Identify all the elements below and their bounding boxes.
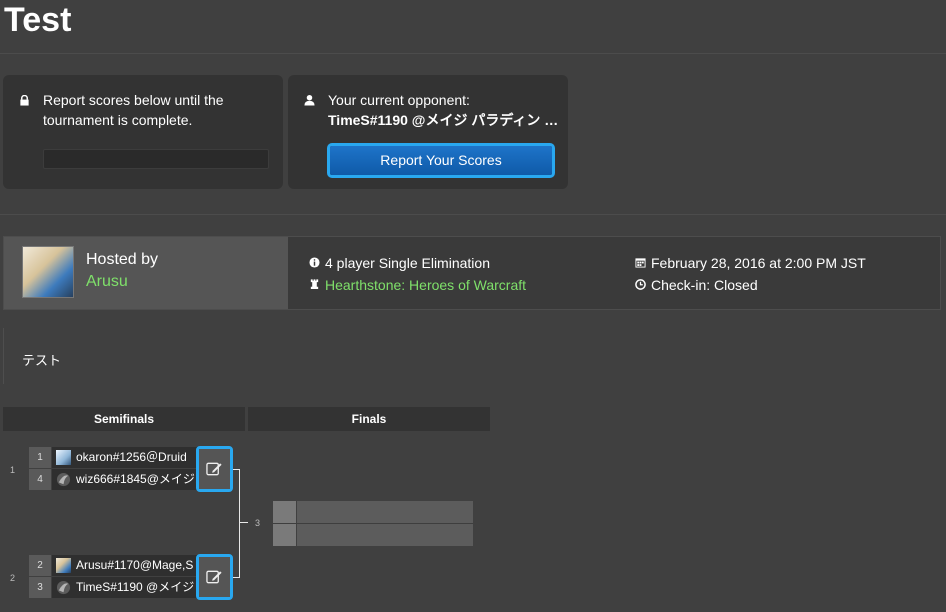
avatar-icon <box>56 450 71 465</box>
report-scores-button[interactable]: Report Your Scores <box>330 146 552 175</box>
tournament-description: テスト <box>22 353 62 368</box>
player-seed: 1 <box>29 447 51 468</box>
page-title: Test <box>4 1 72 39</box>
checkin-status: Check-in: Closed <box>651 277 758 293</box>
lock-icon <box>20 95 29 106</box>
opponent-name: TimeS#1190 @メイジ パラディン … <box>328 112 559 128</box>
info-icon <box>309 257 320 268</box>
bracket-player[interactable]: TimeS#1190 @メイジ <box>52 577 197 598</box>
bracket-player[interactable]: wiz666#1845@メイジ, <box>52 469 197 490</box>
match-2[interactable]: 2 Arusu#1170@Mage,S 3 TimeS#1190 @メイジ <box>29 554 197 599</box>
tournament-date: February 28, 2016 at 2:00 PM JST <box>651 255 866 271</box>
bracket-connector <box>239 522 248 523</box>
game-link[interactable]: Hearthstone: Heroes of Warcraft <box>325 277 526 293</box>
opponent-card: Your current opponent: TimeS#1190 @メイジ パ… <box>288 75 568 189</box>
tournament-format: 4 player Single Elimination <box>325 255 490 271</box>
edit-match-button[interactable] <box>199 557 230 597</box>
edit-match-button-outline <box>196 554 233 600</box>
tournament-info-bar: Hosted by Arusu 4 player Single Eliminat… <box>3 236 941 310</box>
player-seed: 4 <box>29 469 51 490</box>
match-number: 3 <box>255 518 261 528</box>
bracket-player[interactable] <box>297 501 473 523</box>
logo-icon <box>56 472 71 487</box>
calendar-icon <box>635 258 646 268</box>
player-seed <box>273 501 296 523</box>
match-3[interactable] <box>273 501 473 546</box>
player-name: okaron#1256＠Druid <box>76 450 187 464</box>
player-name: TimeS#1190 @メイジ <box>76 580 195 594</box>
report-scores-card: Report scores below until the tournament… <box>3 75 283 189</box>
rook-icon <box>310 279 319 290</box>
round-header-semifinals: Semifinals <box>3 407 245 431</box>
opponent-label: Your current opponent: <box>328 92 470 108</box>
user-icon <box>304 94 315 106</box>
edit-match-button-outline <box>196 446 233 492</box>
report-scores-button-outline: Report Your Scores <box>327 143 555 178</box>
round-header-finals: Finals <box>248 407 490 431</box>
edit-icon <box>206 462 222 476</box>
host-avatar[interactable] <box>22 246 74 298</box>
hosted-by-label: Hosted by <box>86 251 159 268</box>
bracket-player[interactable]: Arusu#1170@Mage,S <box>52 555 197 576</box>
bracket-player[interactable] <box>297 524 473 546</box>
player-name: wiz666#1845@メイジ, <box>76 472 197 486</box>
title-divider <box>0 53 946 54</box>
player-seed <box>273 524 296 546</box>
bracket-connector <box>239 469 240 578</box>
host-panel: Hosted by Arusu <box>4 237 288 309</box>
section-divider <box>0 214 946 215</box>
match-number: 1 <box>10 465 16 475</box>
logo-icon <box>56 580 71 595</box>
edit-match-button[interactable] <box>199 449 230 489</box>
player-name: Arusu#1170@Mage,S <box>76 558 194 572</box>
report-scores-text: Report scores below until the tournament… <box>43 92 224 128</box>
host-link[interactable]: Arusu <box>86 273 128 291</box>
player-seed: 2 <box>29 555 51 576</box>
match-1[interactable]: 1 okaron#1256＠Druid 4 wiz666#1845@メイジ, <box>29 446 197 491</box>
match-number: 2 <box>10 573 16 583</box>
bracket-player[interactable]: okaron#1256＠Druid <box>52 447 197 468</box>
player-seed: 3 <box>29 577 51 598</box>
edit-icon <box>206 570 222 584</box>
avatar-icon <box>56 558 71 573</box>
clock-icon <box>635 279 646 290</box>
progress-bar <box>43 149 269 169</box>
description-box: テスト <box>3 328 944 384</box>
